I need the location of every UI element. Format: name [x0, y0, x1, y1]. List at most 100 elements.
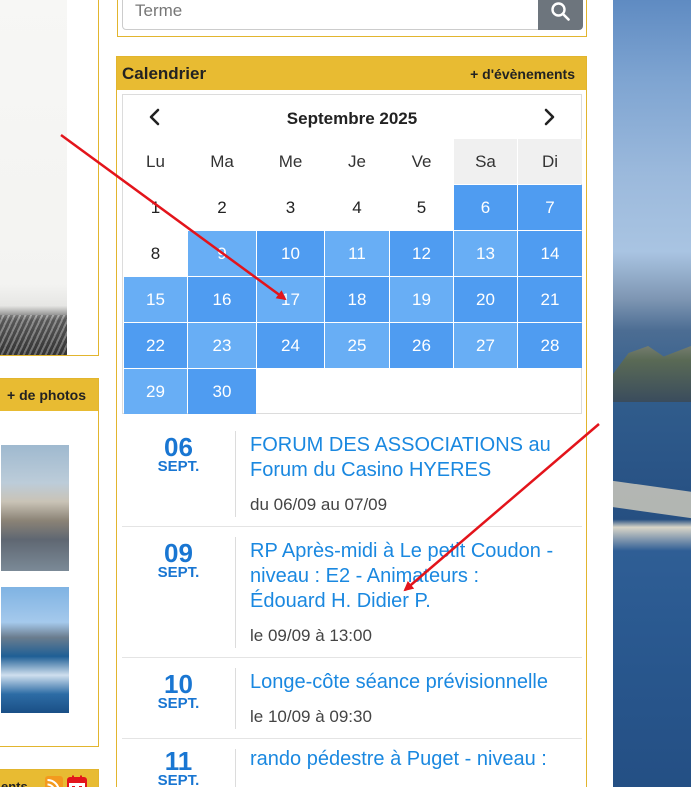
event-title-line: RP Après-midi à Le petit Coudon - — [250, 540, 554, 562]
calendar-day[interactable]: 29 — [124, 369, 187, 414]
calendar-day[interactable]: 15 — [124, 277, 187, 322]
event-month: SEPT. — [157, 772, 200, 787]
left-photo-panel — [0, 0, 99, 356]
search-input[interactable] — [122, 0, 540, 30]
calendar-day[interactable]: 6 — [454, 185, 517, 230]
event-separator — [235, 749, 236, 787]
calendar-day[interactable]: 17 — [257, 277, 324, 322]
calendar-day[interactable]: 22 — [124, 323, 187, 368]
weekday-label: Me — [278, 151, 303, 171]
event-day: 09 — [164, 538, 193, 568]
calendar-week-row: 15 16 17 18 19 20 21 — [124, 277, 582, 323]
calendar-title: Calendrier — [122, 63, 207, 83]
coastline-shape — [613, 346, 691, 402]
month-label: Septembre 2025 — [286, 109, 418, 128]
search-icon — [551, 1, 570, 21]
calendar-day[interactable]: 21 — [518, 277, 582, 322]
event-when: le 09/09 à 13:00 — [250, 626, 372, 645]
event-item[interactable]: 06 SEPT. FORUM DES ASSOCIATIONS au Forum du… — [122, 421, 582, 527]
article-photo[interactable] — [0, 0, 67, 355]
calendar-day[interactable]: 27 — [454, 323, 517, 368]
search-button[interactable] — [538, 0, 583, 30]
event-date: 09 SEPT. — [122, 538, 235, 581]
event-separator — [235, 668, 236, 729]
calendar-icon[interactable] — [67, 775, 87, 787]
weekday-label: Lu — [146, 151, 165, 171]
more-photos-link[interactable]: + de photos — [7, 387, 86, 403]
calendar-day[interactable]: 19 — [390, 277, 453, 322]
weekday-label: Je — [348, 151, 366, 171]
calendar-widget: Septembre 2025 Lu Ma Me Je Ve Sa Di 1 2 3 4 5 6 7 8 9 10… — [122, 94, 582, 414]
calendar-week-row: 29 30 — [124, 369, 582, 415]
event-month: SEPT. — [157, 458, 200, 475]
event-day: 10 — [164, 669, 193, 699]
calendar-day[interactable]: 30 — [188, 369, 256, 414]
event-month: SEPT. — [157, 695, 200, 712]
rss-icon[interactable] — [45, 776, 63, 787]
event-when: le 10/09 à 09:30 — [250, 707, 372, 726]
calendar-day[interactable]: 2 — [188, 185, 256, 230]
weekday-label: Ve — [411, 151, 432, 171]
event-title-link[interactable]: FORUM DES ASSOCIATIONS au Forum du Casino… — [250, 433, 580, 483]
weekday-label: Di — [518, 139, 582, 184]
calendar-day[interactable]: 8 — [124, 231, 187, 276]
calendar-week-row: 1234567 — [124, 185, 582, 231]
event-date: 10 SEPT. — [122, 669, 235, 712]
calendar-day[interactable]: 23 — [188, 323, 256, 368]
event-item[interactable]: 11 SEPT. rando pédestre à Puget - niveau : — [122, 739, 582, 787]
calendar-day[interactable]: 3 — [257, 185, 324, 230]
chevron-right-icon[interactable] — [539, 106, 559, 128]
event-title-link[interactable]: Longe-côte séance prévisionnelle — [250, 670, 580, 695]
calendar-day[interactable]: 13 — [454, 231, 517, 276]
photo-thumbnail[interactable] — [1, 587, 69, 713]
event-title-line: rando pédestre à Puget - niveau : — [250, 748, 547, 770]
event-item[interactable]: 10 SEPT. Longe-côte séance prévisionnelle l… — [122, 658, 582, 739]
weekday-label: Ma — [210, 151, 234, 171]
event-title-line: Forum du Casino HYERES — [250, 459, 492, 481]
event-title-line: niveau : E2 - Animateurs : — [250, 565, 480, 587]
calendar-day[interactable]: 7 — [518, 185, 582, 230]
calendar-day[interactable]: 5 — [390, 185, 453, 230]
calendar-day[interactable]: 26 — [390, 323, 453, 368]
event-title-line: FORUM DES ASSOCIATIONS au — [250, 434, 551, 456]
calendar-day[interactable]: 11 — [325, 231, 389, 276]
search-bar — [117, 0, 587, 37]
calendar-nav: Septembre 2025 — [123, 95, 581, 139]
calendar-day[interactable]: 28 — [518, 323, 582, 368]
event-separator — [235, 537, 236, 648]
event-day: 11 — [164, 746, 193, 776]
news-title: ents — [1, 779, 28, 787]
photo-thumbnail[interactable] — [1, 445, 69, 571]
event-title-line: Longe-côte séance prévisionnelle — [250, 671, 548, 693]
calendar-day[interactable]: 4 — [325, 185, 389, 230]
calendar-week-row: 8 9 10 11 12 13 14 — [124, 231, 582, 277]
event-when: du 06/09 au 07/09 — [250, 495, 388, 514]
photos-panel: + de photos — [0, 378, 99, 747]
event-date: 11 SEPT. — [122, 746, 235, 787]
calendar-day[interactable]: 20 — [454, 277, 517, 322]
sand-spit-shape — [613, 479, 691, 523]
photos-header: + de photos — [0, 379, 98, 411]
event-day: 06 — [164, 432, 193, 462]
event-date: 06 SEPT. — [122, 432, 235, 475]
news-header: ents — [0, 769, 99, 787]
weekday-label: Sa — [454, 139, 517, 184]
background-photo — [613, 0, 691, 787]
calendar-day[interactable]: 12 — [390, 231, 453, 276]
calendar-day[interactable]: 24 — [257, 323, 324, 368]
calendar-day[interactable]: 9 — [188, 231, 256, 276]
calendar-day[interactable]: 1 — [124, 185, 187, 230]
event-item[interactable]: 09 SEPT. RP Après-midi à Le petit Coudon -… — [122, 527, 582, 658]
calendar-week-row: 22 23 24 25 26 27 28 — [124, 323, 582, 369]
event-title-link[interactable]: RP Après-midi à Le petit Coudon - niveau … — [250, 539, 580, 614]
event-title-line: Édouard H. Didier P. — [250, 590, 431, 612]
more-events-link[interactable]: + d'évènements — [470, 66, 575, 82]
event-month: SEPT. — [157, 564, 200, 581]
calendar-day[interactable]: 10 — [257, 231, 324, 276]
calendar-day[interactable]: 14 — [518, 231, 582, 276]
calendar-day[interactable]: 25 — [325, 323, 389, 368]
weekday-header-row: Lu Ma Me Je Ve Sa Di — [124, 139, 582, 185]
calendar-day[interactable]: 16 — [188, 277, 256, 322]
calendar-day[interactable]: 18 — [325, 277, 389, 322]
event-title-link[interactable]: rando pédestre à Puget - niveau : — [250, 747, 580, 772]
